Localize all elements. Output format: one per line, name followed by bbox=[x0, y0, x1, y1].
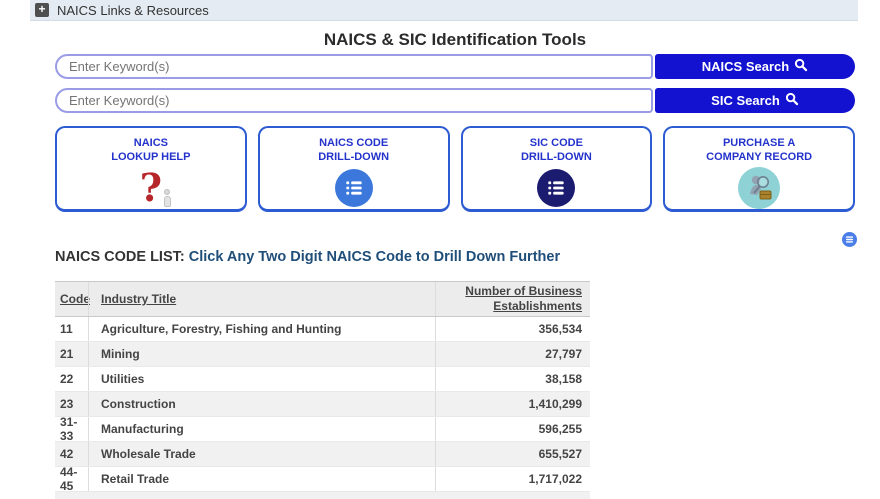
search-icon bbox=[794, 58, 808, 75]
search-icon bbox=[785, 92, 799, 109]
sic-search-button[interactable]: SIC Search bbox=[655, 88, 855, 113]
main-content: NAICS & SIC Identification Tools NAICS S… bbox=[55, 0, 855, 499]
card-label: DRILL-DOWN bbox=[318, 151, 390, 163]
expand-plus-icon[interactable]: + bbox=[35, 3, 49, 17]
question-mark-icon: ? bbox=[140, 167, 171, 209]
table-row[interactable]: 21 Mining 27,797 bbox=[55, 342, 590, 367]
card-sic-code-drill-down[interactable]: SIC CODE DRILL-DOWN bbox=[460, 126, 653, 212]
table-header-row: Code Industry Title Number of Business E… bbox=[55, 281, 590, 317]
list-circle-icon bbox=[334, 169, 373, 207]
sic-search-button-label: SIC Search bbox=[711, 93, 780, 108]
card-naics-code-drill-down[interactable]: NAICS CODE DRILL-DOWN bbox=[257, 126, 450, 212]
establishment-count-cell: 1,717,022 bbox=[435, 467, 590, 491]
analyst-briefcase-icon bbox=[738, 167, 781, 209]
table-row[interactable]: 23 Construction 1,410,299 bbox=[55, 392, 590, 417]
tool-cards: NAICS LOOKUP HELP ? NAICS CODE DRILL-DOW… bbox=[55, 126, 855, 212]
establishment-count-cell: 38,158 bbox=[435, 367, 590, 391]
table-row[interactable]: 42 Wholesale Trade 655,527 bbox=[55, 442, 590, 467]
card-purchase-company-record[interactable]: PURCHASE A COMPANY RECORD bbox=[663, 126, 855, 212]
naics-code-cell[interactable]: 22 bbox=[55, 372, 88, 386]
industry-title-cell: Retail Trade bbox=[88, 467, 435, 491]
card-label: PURCHASE A bbox=[722, 137, 796, 149]
card-label: COMPANY RECORD bbox=[706, 151, 813, 163]
industry-title-cell: Construction bbox=[88, 392, 435, 416]
industry-title-cell: Agriculture, Forestry, Fishing and Hunti… bbox=[88, 317, 435, 341]
code-column-header[interactable]: Code bbox=[60, 292, 90, 306]
naics-keyword-input[interactable] bbox=[55, 54, 653, 79]
naics-search-button[interactable]: NAICS Search bbox=[655, 54, 855, 79]
industry-title-cell: Manufacturing bbox=[88, 417, 435, 441]
sic-keyword-input[interactable] bbox=[55, 88, 653, 113]
table-row[interactable]: 22 Utilities 38,158 bbox=[55, 367, 590, 392]
table-row-partial[interactable] bbox=[55, 492, 590, 499]
list-circle-icon bbox=[537, 169, 576, 207]
establishment-count-cell: 596,255 bbox=[435, 417, 590, 441]
naics-code-cell[interactable]: 11 bbox=[55, 322, 88, 336]
floating-list-widget-button[interactable] bbox=[842, 232, 857, 247]
naics-code-cell[interactable]: 23 bbox=[55, 397, 88, 411]
establishment-count-cell: 655,527 bbox=[435, 442, 590, 466]
industry-title-cell: Utilities bbox=[88, 367, 435, 391]
sic-search-row: SIC Search bbox=[55, 88, 855, 113]
naics-code-list-heading: NAICS CODE LIST: Click Any Two Digit NAI… bbox=[55, 249, 560, 265]
card-label: NAICS CODE bbox=[319, 137, 389, 149]
table-row[interactable]: 44-45 Retail Trade 1,717,022 bbox=[55, 465, 590, 493]
person-figure-icon bbox=[162, 189, 172, 207]
industry-title-cell: Wholesale Trade bbox=[88, 442, 435, 466]
table-body: 11 Agriculture, Forestry, Fishing and Hun… bbox=[55, 317, 590, 499]
establishment-count-cell: 27,797 bbox=[435, 342, 590, 366]
heading-prefix: NAICS CODE LIST: bbox=[55, 249, 185, 265]
industry-title-cell: Mining bbox=[88, 342, 435, 366]
card-label: LOOKUP HELP bbox=[111, 151, 191, 163]
card-label: NAICS bbox=[133, 137, 168, 149]
establishments-column-header[interactable]: Number of Business bbox=[465, 284, 582, 299]
naics-code-cell[interactable]: 21 bbox=[55, 347, 88, 361]
page-title: NAICS & SIC Identification Tools bbox=[323, 30, 587, 49]
heading-instruction: Click Any Two Digit NAICS Code to Drill … bbox=[184, 249, 561, 265]
establishment-count-cell: 356,534 bbox=[435, 317, 590, 341]
table-row[interactable]: 11 Agriculture, Forestry, Fishing and Hun… bbox=[55, 317, 590, 342]
establishment-count-cell: 1,410,299 bbox=[435, 392, 590, 416]
naics-code-cell[interactable]: 31-33 bbox=[55, 415, 88, 443]
naics-search-button-label: NAICS Search bbox=[701, 59, 790, 74]
naics-code-table: Code Industry Title Number of Business E… bbox=[55, 281, 590, 499]
card-label: SIC CODE bbox=[529, 137, 583, 149]
card-naics-lookup-help[interactable]: NAICS LOOKUP HELP ? bbox=[55, 126, 247, 212]
card-label: DRILL-DOWN bbox=[520, 151, 592, 163]
list-icon bbox=[845, 236, 854, 243]
naics-code-cell[interactable]: 44-45 bbox=[55, 465, 88, 493]
naics-code-cell[interactable]: 42 bbox=[55, 447, 88, 461]
industry-title-column-header[interactable]: Industry Title bbox=[101, 292, 176, 306]
table-row[interactable]: 31-33 Manufacturing 596,255 bbox=[55, 415, 590, 443]
establishments-column-header[interactable]: Establishments bbox=[493, 299, 582, 314]
naics-search-row: NAICS Search bbox=[55, 54, 855, 79]
